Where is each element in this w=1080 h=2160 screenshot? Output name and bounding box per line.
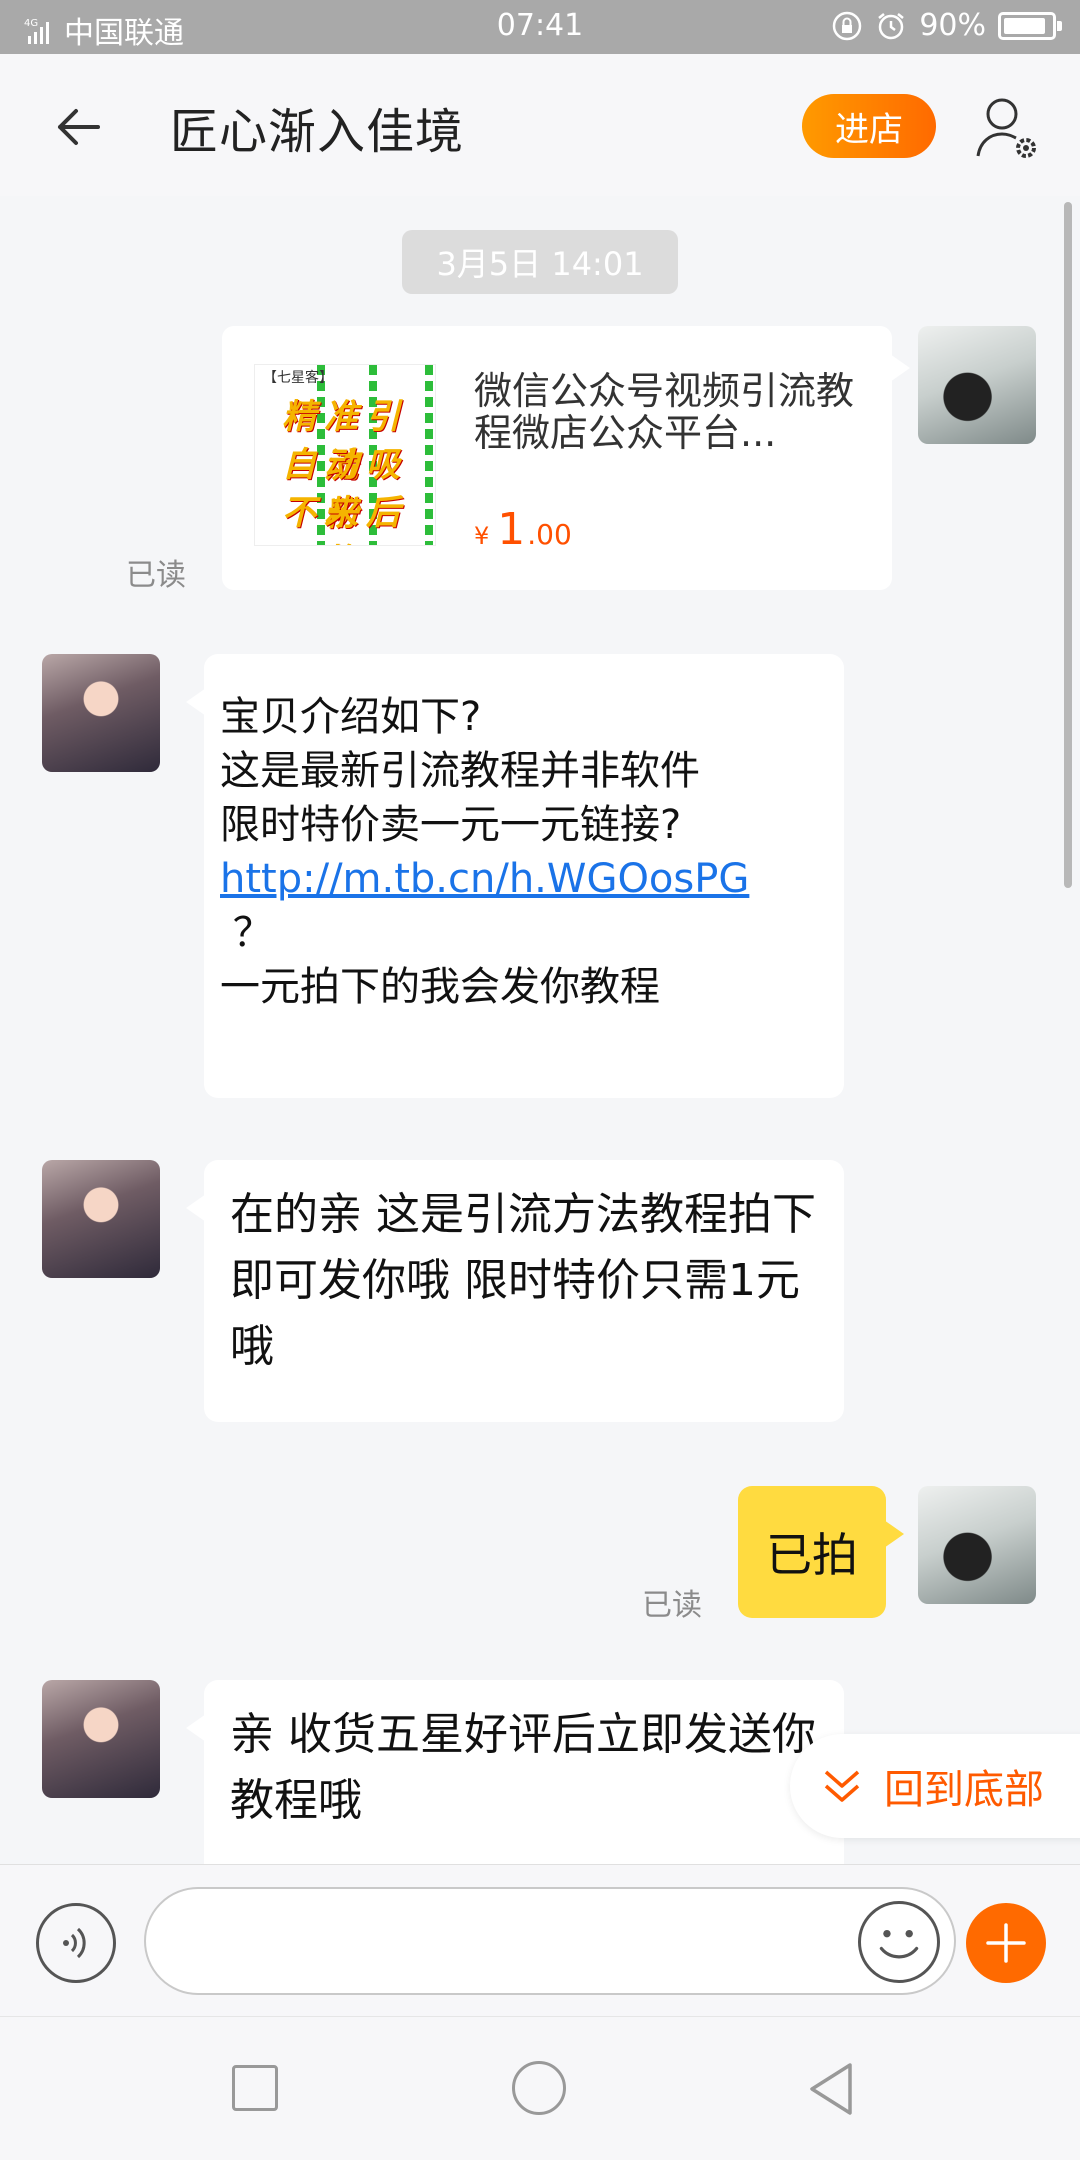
- alarm-icon: [878, 12, 905, 39]
- message-bubble: 在的亲 这是引流方法教程拍下即可发你哦 限时特价只需1元哦: [186, 1160, 844, 1422]
- message-text: 在的亲 这是引流方法教程拍下即可发你哦 限时特价只需1元哦: [230, 1189, 816, 1372]
- home-icon[interactable]: [512, 2061, 566, 2115]
- status-bar: 4G 中国联通 07:41 90%: [0, 0, 1080, 54]
- price-decimal: .00: [527, 518, 572, 551]
- voice-icon: [63, 1927, 86, 1959]
- jump-to-bottom-button[interactable]: 回到底部: [790, 1734, 1080, 1838]
- lock-rotation-icon: [833, 11, 862, 40]
- double-chevron-down-icon: [824, 1770, 860, 1802]
- message-bubble: 宝贝介绍如下? 这是最新引流教程并非软件 限时特价卖一元一元链接? http:/…: [186, 654, 844, 1098]
- message-bubble: 亲 收货五星好评后立即发送你教程哦: [186, 1680, 844, 1880]
- chat-title: 匠心渐入佳境: [170, 104, 465, 160]
- shop-avatar[interactable]: [42, 654, 160, 772]
- emoji-icon[interactable]: [858, 1901, 940, 1983]
- message-link[interactable]: http://m.tb.cn/h.WGOosPG: [220, 852, 844, 906]
- read-status: 已读: [642, 1588, 702, 1623]
- message-text: 亲 收货五星好评后立即发送你教程哦: [230, 1709, 816, 1826]
- product-title: 微信公众号视频引流教程微店公众平台...: [474, 369, 855, 455]
- back-arrow-icon[interactable]: [46, 92, 116, 162]
- user-settings-icon[interactable]: [972, 92, 1042, 164]
- message-line: ？: [220, 910, 273, 956]
- product-image-tag: 【七星客】: [263, 370, 333, 386]
- product-card[interactable]: 【七星客】 精准引流 自动吸粉 不来后悔 微信公众号视频引流教程微店公众平台..…: [222, 326, 910, 590]
- jump-to-bottom-label: 回到底部: [884, 1767, 1044, 1813]
- message-line: 这是最新引流教程并非软件: [220, 748, 700, 794]
- currency-symbol: ¥: [474, 522, 490, 550]
- my-message-bubble: 已拍: [738, 1486, 904, 1618]
- message-line: 一元拍下的我会发你教程: [220, 964, 660, 1010]
- battery-percent: 90%: [919, 8, 986, 43]
- back-triangle-icon[interactable]: [806, 2061, 858, 2117]
- my-avatar[interactable]: [918, 326, 1036, 444]
- message-line: 宝贝介绍如下?: [220, 694, 482, 740]
- voice-button[interactable]: [36, 1903, 116, 1983]
- product-image-line: 不来后悔: [282, 493, 408, 545]
- price-integer: 1: [497, 504, 526, 555]
- shop-avatar[interactable]: [42, 1160, 160, 1278]
- chat-timestamp: 3月5日 14:01: [402, 230, 678, 294]
- input-bar: [0, 1864, 1080, 2016]
- product-price: ¥ 1 .00: [474, 504, 572, 555]
- recent-apps-icon[interactable]: [232, 2065, 278, 2111]
- message-line: 限时特价卖一元一元链接?: [220, 802, 682, 848]
- product-image: 【七星客】 精准引流 自动吸粉 不来后悔: [254, 364, 436, 546]
- plus-icon: [986, 1923, 1026, 1963]
- shop-avatar[interactable]: [42, 1680, 160, 1798]
- system-navigation-bar: [0, 2016, 1080, 2160]
- add-button[interactable]: [966, 1903, 1046, 1983]
- message-input[interactable]: [144, 1887, 956, 1995]
- scrollbar[interactable]: [1064, 202, 1072, 888]
- read-status: 已读: [126, 558, 186, 593]
- battery-icon: [998, 11, 1062, 40]
- enter-shop-button[interactable]: 进店: [802, 94, 936, 158]
- my-avatar[interactable]: [918, 1486, 1036, 1604]
- chat-header: 匠心渐入佳境 进店: [0, 54, 1080, 196]
